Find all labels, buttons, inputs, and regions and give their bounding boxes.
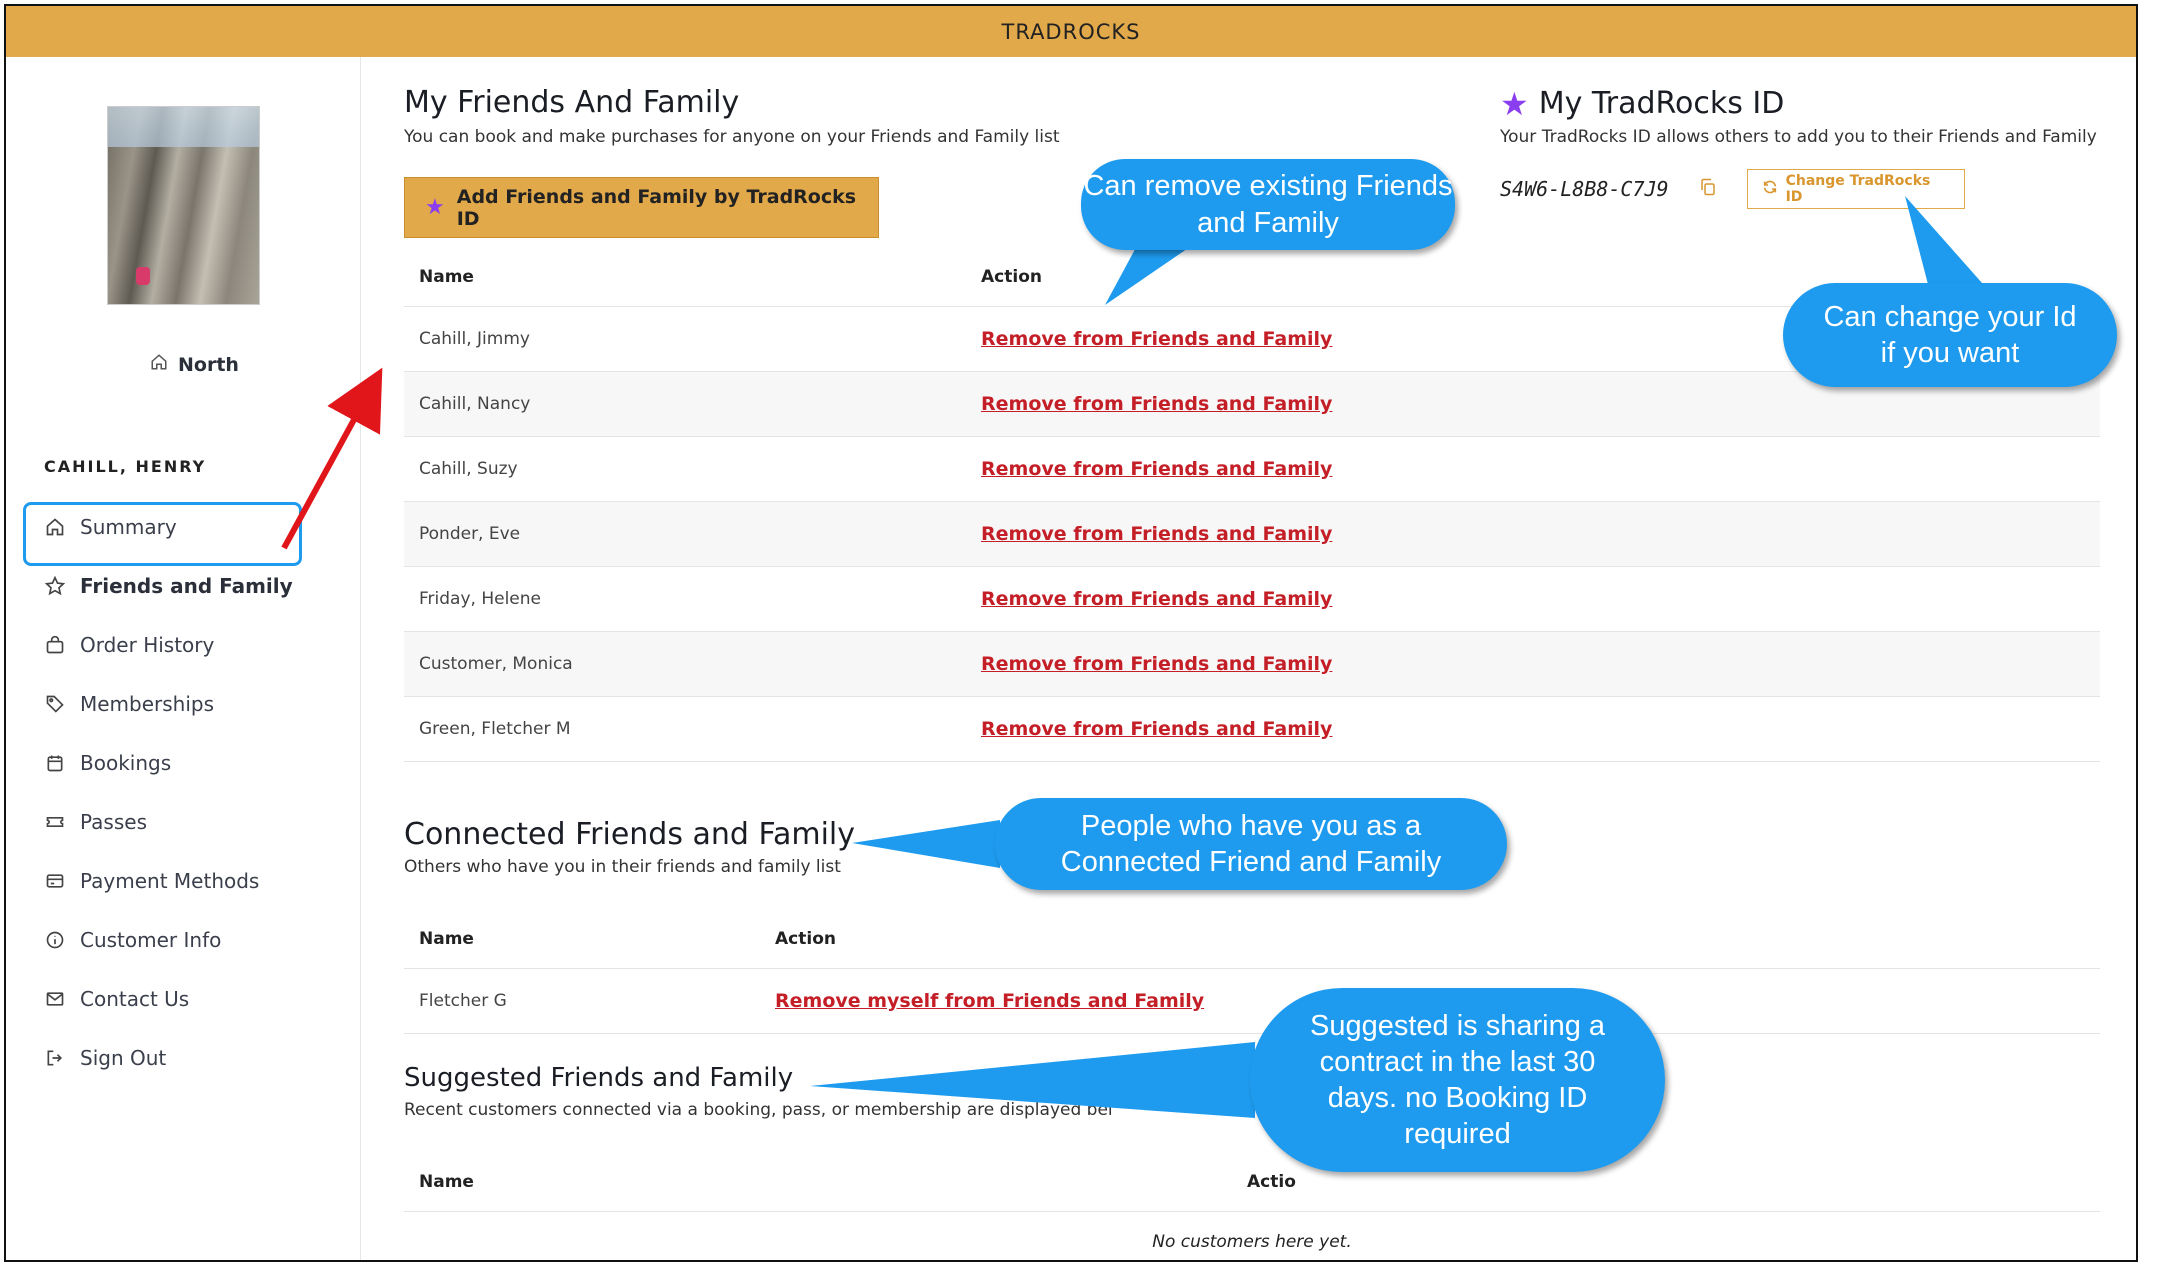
sidebar-item-label: Sign Out <box>80 1045 167 1070</box>
column-header-action: Actio <box>1247 1171 1296 1192</box>
sidebar-item-label: Customer Info <box>80 927 222 952</box>
card-icon <box>44 870 66 892</box>
sidebar-item-customer-info[interactable]: Customer Info <box>44 910 324 969</box>
sidebar-item-label: Passes <box>80 809 147 834</box>
page-title: My Friends And Family <box>404 85 740 120</box>
page-subtitle: You can book and make purchases for anyo… <box>404 127 1060 147</box>
suggested-subtitle: Recent customers connected via a booking… <box>404 1100 1113 1120</box>
app-window: TRADROCKS North CAHILL, HENRY Summary Fr… <box>4 4 2138 1262</box>
table-header: Name Actio <box>404 1152 2100 1212</box>
callout-change-id: Can change your Id if you want <box>1783 283 2117 387</box>
table-row: Ponder, Eve Remove from Friends and Fami… <box>404 502 2100 567</box>
sidebar-item-label: Friends and Family <box>80 573 293 598</box>
tag-icon <box>44 693 66 715</box>
star-icon: ★ <box>425 194 445 220</box>
tradrocks-id-title: My TradRocks ID <box>1538 86 1785 121</box>
profile-photo <box>107 106 260 305</box>
sidebar-item-label: Memberships <box>80 691 215 716</box>
table-header: Name Action <box>404 909 2100 969</box>
ticket-icon <box>44 811 66 833</box>
sign-out-icon <box>44 1047 66 1069</box>
friend-name: Customer, Monica <box>419 654 573 674</box>
copy-icon[interactable] <box>1699 177 1717 202</box>
active-item-highlight <box>23 502 302 566</box>
remove-friend-link[interactable]: Remove from Friends and Family <box>981 718 1332 740</box>
connected-name: Fletcher G <box>419 991 507 1011</box>
info-icon <box>44 929 66 951</box>
sidebar-item-label: Bookings <box>80 750 172 775</box>
friend-name: Cahill, Nancy <box>419 394 531 414</box>
connected-subtitle: Others who have you in their friends and… <box>404 857 841 877</box>
add-friends-button[interactable]: ★ Add Friends and Family by TradRocks ID <box>404 177 879 238</box>
sidebar: North CAHILL, HENRY Summary Friends and … <box>6 57 361 1260</box>
change-tradrocks-id-label: Change TradRocks ID <box>1785 173 1931 205</box>
remove-friend-link[interactable]: Remove from Friends and Family <box>981 328 1332 350</box>
friend-name: Green, Fletcher M <box>419 719 571 739</box>
sidebar-item-label: Contact Us <box>80 986 190 1011</box>
app-title: TRADROCKS <box>1001 19 1141 44</box>
friend-name: Ponder, Eve <box>419 524 521 544</box>
friend-name: Cahill, Jimmy <box>419 329 530 349</box>
column-header-action: Action <box>775 928 836 949</box>
mail-icon <box>44 988 66 1010</box>
location-label: North <box>178 353 239 376</box>
remove-friend-link[interactable]: Remove from Friends and Family <box>981 523 1332 545</box>
table-row: Cahill, Suzy Remove from Friends and Fam… <box>404 437 2100 502</box>
empty-state: No customers here yet. <box>404 1212 2100 1260</box>
sidebar-item-memberships[interactable]: Memberships <box>44 674 324 733</box>
sidebar-item-passes[interactable]: Passes <box>44 792 324 851</box>
suggested-title: Suggested Friends and Family <box>404 1063 794 1093</box>
calendar-icon <box>44 752 66 774</box>
sidebar-item-sign-out[interactable]: Sign Out <box>44 1028 324 1087</box>
column-header-name: Name <box>419 1171 474 1192</box>
home-icon <box>150 353 168 376</box>
add-friends-label: Add Friends and Family by TradRocks ID <box>456 185 857 230</box>
sidebar-item-label: Payment Methods <box>80 868 260 893</box>
bag-icon <box>44 634 66 656</box>
table-row: Friday, Helene Remove from Friends and F… <box>404 567 2100 632</box>
callout-suggested: Suggested is sharing a contract in the l… <box>1250 988 1665 1172</box>
table-row: Green, Fletcher M Remove from Friends an… <box>404 697 2100 762</box>
remove-myself-link[interactable]: Remove myself from Friends and Family <box>775 990 1204 1012</box>
suggested-table: Name Actio No customers here yet. <box>404 1152 2100 1260</box>
callout-remove: Can remove existing Friends and Family <box>1081 159 1455 250</box>
column-header-action: Action <box>981 266 1042 287</box>
connected-table: Name Action Fletcher G Remove myself fro… <box>404 909 2100 1034</box>
sidebar-item-contact-us[interactable]: Contact Us <box>44 969 324 1028</box>
sidebar-item-order-history[interactable]: Order History <box>44 615 324 674</box>
tradrocks-id-description: Your TradRocks ID allows others to add y… <box>1500 127 2097 147</box>
sidebar-item-label: Order History <box>80 632 215 657</box>
top-bar: TRADROCKS <box>6 6 2136 57</box>
sidebar-item-payment-methods[interactable]: Payment Methods <box>44 851 324 910</box>
column-header-name: Name <box>419 928 474 949</box>
column-header-name: Name <box>419 266 474 287</box>
remove-friend-link[interactable]: Remove from Friends and Family <box>981 653 1332 675</box>
location-link[interactable]: North <box>150 353 239 376</box>
friend-name: Friday, Helene <box>419 589 541 609</box>
friend-name: Cahill, Suzy <box>419 459 518 479</box>
sidebar-item-bookings[interactable]: Bookings <box>44 733 324 792</box>
remove-friend-link[interactable]: Remove from Friends and Family <box>981 588 1332 610</box>
callout-connected: People who have you as a Connected Frien… <box>995 798 1507 890</box>
connected-title: Connected Friends and Family <box>404 817 856 852</box>
remove-friend-link[interactable]: Remove from Friends and Family <box>981 393 1332 415</box>
star-icon: ★ <box>1500 84 1529 123</box>
change-tradrocks-id-button[interactable]: Change TradRocks ID <box>1746 169 1965 209</box>
remove-friend-link[interactable]: Remove from Friends and Family <box>981 458 1332 480</box>
refresh-icon <box>1762 179 1778 199</box>
tradrocks-id-panel: ★ My TradRocks ID Your TradRocks ID allo… <box>1500 86 2100 209</box>
star-icon <box>44 575 66 597</box>
sidebar-nav: Summary Friends and Family Order History… <box>44 497 324 1087</box>
tradrocks-id-code: S4W6-L8B8-C7J9 <box>1500 177 1669 201</box>
table-row: Fletcher G Remove myself from Friends an… <box>404 969 2100 1034</box>
user-name: CAHILL, HENRY <box>44 457 207 476</box>
table-row: Customer, Monica Remove from Friends and… <box>404 632 2100 697</box>
